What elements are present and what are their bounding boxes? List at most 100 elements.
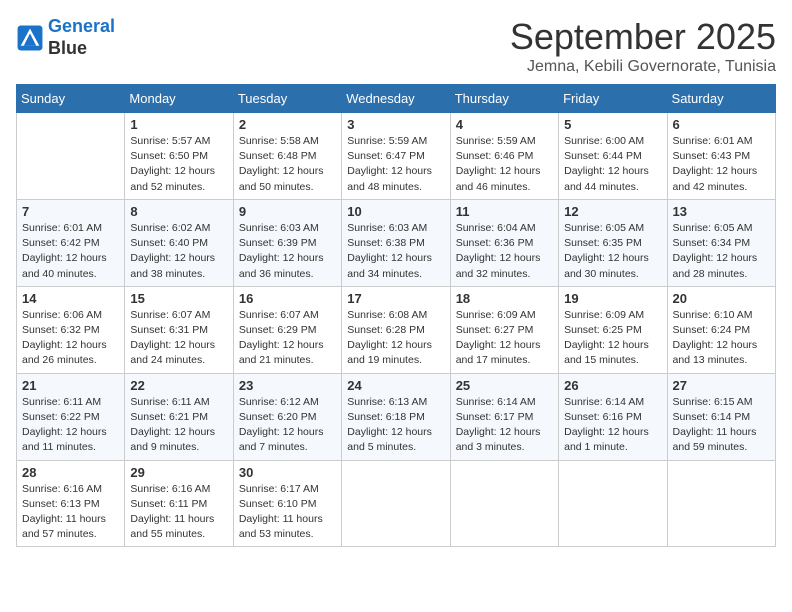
logo-icon <box>16 24 44 52</box>
calendar-cell: 28 Sunrise: 6:16 AM Sunset: 6:13 PM Dayli… <box>17 460 125 547</box>
calendar-cell <box>559 460 667 547</box>
header-day-friday: Friday <box>559 85 667 113</box>
day-number: 12 <box>564 204 661 219</box>
day-number: 21 <box>22 378 119 393</box>
logo-line2: Blue <box>48 38 115 60</box>
cell-info: Sunrise: 6:07 AM Sunset: 6:29 PM Dayligh… <box>239 308 336 369</box>
cell-info: Sunrise: 5:59 AM Sunset: 6:47 PM Dayligh… <box>347 134 444 195</box>
cell-info: Sunrise: 6:06 AM Sunset: 6:32 PM Dayligh… <box>22 308 119 369</box>
day-number: 20 <box>673 291 770 306</box>
day-number: 2 <box>239 117 336 132</box>
page-header: General Blue September 2025 Jemna, Kebil… <box>16 16 776 76</box>
calendar-header-row: SundayMondayTuesdayWednesdayThursdayFrid… <box>17 85 776 113</box>
calendar-cell: 22 Sunrise: 6:11 AM Sunset: 6:21 PM Dayli… <box>125 373 233 460</box>
cell-info: Sunrise: 6:08 AM Sunset: 6:28 PM Dayligh… <box>347 308 444 369</box>
week-row-4: 21 Sunrise: 6:11 AM Sunset: 6:22 PM Dayli… <box>17 373 776 460</box>
cell-info: Sunrise: 6:03 AM Sunset: 6:38 PM Dayligh… <box>347 221 444 282</box>
cell-info: Sunrise: 6:11 AM Sunset: 6:21 PM Dayligh… <box>130 395 227 456</box>
week-row-2: 7 Sunrise: 6:01 AM Sunset: 6:42 PM Daylig… <box>17 199 776 286</box>
day-number: 5 <box>564 117 661 132</box>
day-number: 23 <box>239 378 336 393</box>
cell-info: Sunrise: 6:01 AM Sunset: 6:42 PM Dayligh… <box>22 221 119 282</box>
cell-info: Sunrise: 6:00 AM Sunset: 6:44 PM Dayligh… <box>564 134 661 195</box>
cell-info: Sunrise: 6:03 AM Sunset: 6:39 PM Dayligh… <box>239 221 336 282</box>
cell-info: Sunrise: 6:17 AM Sunset: 6:10 PM Dayligh… <box>239 482 336 543</box>
header-day-wednesday: Wednesday <box>342 85 450 113</box>
day-number: 16 <box>239 291 336 306</box>
calendar-cell <box>342 460 450 547</box>
cell-info: Sunrise: 6:11 AM Sunset: 6:22 PM Dayligh… <box>22 395 119 456</box>
calendar-cell: 18 Sunrise: 6:09 AM Sunset: 6:27 PM Dayli… <box>450 286 558 373</box>
day-number: 29 <box>130 465 227 480</box>
day-number: 9 <box>239 204 336 219</box>
location-subtitle: Jemna, Kebili Governorate, Tunisia <box>510 58 776 76</box>
day-number: 22 <box>130 378 227 393</box>
calendar-cell: 15Sunrise: 6:07 AM Sunset: 6:31 PM Dayli… <box>125 286 233 373</box>
cell-info: Sunrise: 6:15 AM Sunset: 6:14 PM Dayligh… <box>673 395 770 456</box>
calendar-cell: 17 Sunrise: 6:08 AM Sunset: 6:28 PM Dayli… <box>342 286 450 373</box>
calendar-cell: 3 Sunrise: 5:59 AM Sunset: 6:47 PM Daylig… <box>342 113 450 200</box>
week-row-5: 28 Sunrise: 6:16 AM Sunset: 6:13 PM Dayli… <box>17 460 776 547</box>
day-number: 13 <box>673 204 770 219</box>
cell-info: Sunrise: 5:59 AM Sunset: 6:46 PM Dayligh… <box>456 134 553 195</box>
day-number: 14 <box>22 291 119 306</box>
calendar-cell: 20 Sunrise: 6:10 AM Sunset: 6:24 PM Dayli… <box>667 286 775 373</box>
day-number: 3 <box>347 117 444 132</box>
calendar-cell: 30Sunrise: 6:17 AM Sunset: 6:10 PM Dayli… <box>233 460 341 547</box>
calendar-cell: 2Sunrise: 5:58 AM Sunset: 6:48 PM Daylig… <box>233 113 341 200</box>
cell-info: Sunrise: 6:01 AM Sunset: 6:43 PM Dayligh… <box>673 134 770 195</box>
logo-line1: General <box>48 16 115 36</box>
calendar-cell: 7 Sunrise: 6:01 AM Sunset: 6:42 PM Daylig… <box>17 199 125 286</box>
cell-info: Sunrise: 6:04 AM Sunset: 6:36 PM Dayligh… <box>456 221 553 282</box>
day-number: 1 <box>130 117 227 132</box>
week-row-1: 1 Sunrise: 5:57 AM Sunset: 6:50 PM Daylig… <box>17 113 776 200</box>
calendar-cell: 29Sunrise: 6:16 AM Sunset: 6:11 PM Dayli… <box>125 460 233 547</box>
calendar-cell: 25Sunrise: 6:14 AM Sunset: 6:17 PM Dayli… <box>450 373 558 460</box>
cell-info: Sunrise: 5:57 AM Sunset: 6:50 PM Dayligh… <box>130 134 227 195</box>
cell-info: Sunrise: 6:14 AM Sunset: 6:16 PM Dayligh… <box>564 395 661 456</box>
week-row-3: 14 Sunrise: 6:06 AM Sunset: 6:32 PM Dayli… <box>17 286 776 373</box>
day-number: 10 <box>347 204 444 219</box>
cell-info: Sunrise: 6:10 AM Sunset: 6:24 PM Dayligh… <box>673 308 770 369</box>
header-day-sunday: Sunday <box>17 85 125 113</box>
calendar-cell: 19Sunrise: 6:09 AM Sunset: 6:25 PM Dayli… <box>559 286 667 373</box>
cell-info: Sunrise: 6:05 AM Sunset: 6:34 PM Dayligh… <box>673 221 770 282</box>
cell-info: Sunrise: 6:02 AM Sunset: 6:40 PM Dayligh… <box>130 221 227 282</box>
calendar-cell: 6Sunrise: 6:01 AM Sunset: 6:43 PM Daylig… <box>667 113 775 200</box>
calendar-cell <box>450 460 558 547</box>
calendar-cell: 10 Sunrise: 6:03 AM Sunset: 6:38 PM Dayli… <box>342 199 450 286</box>
calendar-cell: 4Sunrise: 5:59 AM Sunset: 6:46 PM Daylig… <box>450 113 558 200</box>
logo: General Blue <box>16 16 115 59</box>
calendar-cell: 16 Sunrise: 6:07 AM Sunset: 6:29 PM Dayli… <box>233 286 341 373</box>
header-day-saturday: Saturday <box>667 85 775 113</box>
calendar-cell <box>17 113 125 200</box>
cell-info: Sunrise: 6:05 AM Sunset: 6:35 PM Dayligh… <box>564 221 661 282</box>
calendar-cell: 26 Sunrise: 6:14 AM Sunset: 6:16 PM Dayli… <box>559 373 667 460</box>
calendar-cell: 12 Sunrise: 6:05 AM Sunset: 6:35 PM Dayli… <box>559 199 667 286</box>
calendar-cell: 11Sunrise: 6:04 AM Sunset: 6:36 PM Dayli… <box>450 199 558 286</box>
cell-info: Sunrise: 6:12 AM Sunset: 6:20 PM Dayligh… <box>239 395 336 456</box>
calendar-cell: 1 Sunrise: 5:57 AM Sunset: 6:50 PM Daylig… <box>125 113 233 200</box>
day-number: 24 <box>347 378 444 393</box>
title-block: September 2025 Jemna, Kebili Governorate… <box>510 16 776 76</box>
cell-info: Sunrise: 6:13 AM Sunset: 6:18 PM Dayligh… <box>347 395 444 456</box>
cell-info: Sunrise: 6:16 AM Sunset: 6:13 PM Dayligh… <box>22 482 119 543</box>
calendar-cell <box>667 460 775 547</box>
day-number: 28 <box>22 465 119 480</box>
calendar-cell: 21 Sunrise: 6:11 AM Sunset: 6:22 PM Dayli… <box>17 373 125 460</box>
month-title: September 2025 <box>510 16 776 58</box>
day-number: 27 <box>673 378 770 393</box>
calendar-cell: 9 Sunrise: 6:03 AM Sunset: 6:39 PM Daylig… <box>233 199 341 286</box>
header-day-tuesday: Tuesday <box>233 85 341 113</box>
day-number: 26 <box>564 378 661 393</box>
day-number: 7 <box>22 204 119 219</box>
cell-info: Sunrise: 6:09 AM Sunset: 6:27 PM Dayligh… <box>456 308 553 369</box>
header-day-thursday: Thursday <box>450 85 558 113</box>
calendar-cell: 14 Sunrise: 6:06 AM Sunset: 6:32 PM Dayli… <box>17 286 125 373</box>
cell-info: Sunrise: 6:07 AM Sunset: 6:31 PM Dayligh… <box>130 308 227 369</box>
cell-info: Sunrise: 6:09 AM Sunset: 6:25 PM Dayligh… <box>564 308 661 369</box>
calendar-cell: 5 Sunrise: 6:00 AM Sunset: 6:44 PM Daylig… <box>559 113 667 200</box>
day-number: 25 <box>456 378 553 393</box>
day-number: 18 <box>456 291 553 306</box>
day-number: 17 <box>347 291 444 306</box>
